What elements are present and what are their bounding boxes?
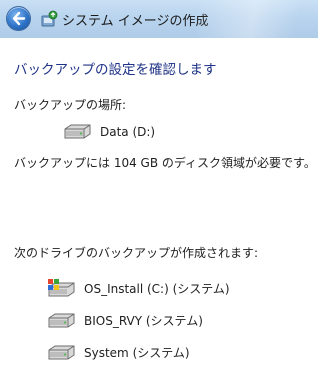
hard-drive-icon <box>48 345 75 359</box>
page-heading: バックアップの設定を確認します <box>14 62 217 78</box>
main-content: バックアップの設定を確認します バックアップの場所: Data (D:) バック… <box>0 38 318 387</box>
drive-list-item: BIOS_RVY (システム) <box>46 312 203 329</box>
backup-location-drive-label: Data (D:) <box>100 125 156 139</box>
backup-app-icon <box>41 10 58 27</box>
hard-drive-icon <box>64 124 91 139</box>
drives-list-label: 次のドライブのバックアップが作成されます: <box>14 246 259 260</box>
window-title: システム イメージの作成 <box>62 14 209 29</box>
back-button[interactable] <box>6 6 31 31</box>
windows-drive-icon <box>48 279 75 297</box>
hard-drive-icon <box>48 313 75 327</box>
drive-label: System (システム) <box>84 346 190 360</box>
drive-label: BIOS_RVY (システム) <box>84 314 203 328</box>
title-bar: システム イメージの作成 <box>0 0 318 38</box>
backup-location-drive: Data (D:) <box>62 124 155 140</box>
drive-list-item: System (システム) <box>46 344 190 361</box>
space-required-note: バックアップには 104 GB のディスク領域が必要です。 <box>14 156 316 170</box>
backup-location-label: バックアップの場所: <box>14 98 127 112</box>
drive-list-item: OS_Install (C:) (システム) <box>46 278 230 298</box>
back-arrow-icon <box>12 11 26 26</box>
drive-label: OS_Install (C:) (システム) <box>84 281 230 296</box>
